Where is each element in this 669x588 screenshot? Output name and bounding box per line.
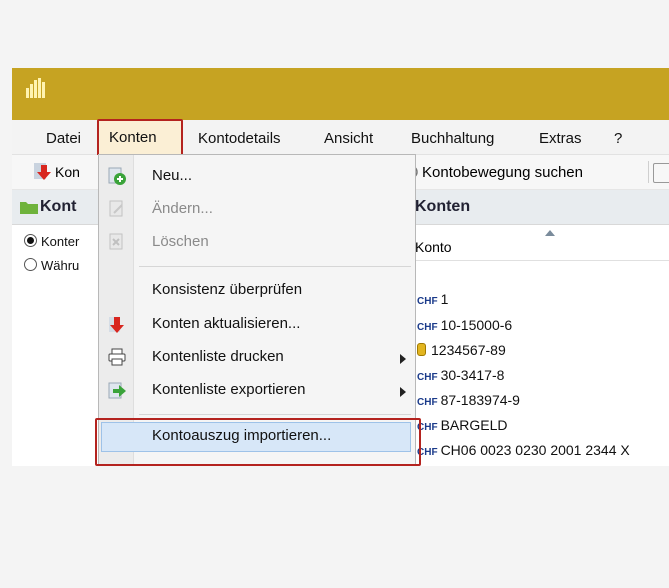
menu-item-drucken[interactable]: Kontenliste drucken [152, 348, 284, 365]
account-row[interactable]: CHF CH06 0023 0230 2001 2344 X [417, 442, 630, 458]
menu-konten[interactable]: Konten [109, 129, 157, 146]
radio-konten-label: Konter [41, 234, 80, 249]
account-name: 1234567-89 [431, 342, 506, 358]
export-icon [108, 382, 126, 399]
account-row[interactable]: 1234567-89 [417, 342, 506, 358]
account-row[interactable]: CHF 10-15000-6 [417, 317, 512, 333]
submenu-arrow-icon [400, 387, 406, 397]
account-row[interactable]: CHF 30-3417-8 [417, 367, 504, 383]
menu-item-aendern[interactable]: Ändern... [152, 200, 213, 217]
menu-buchhaltung[interactable]: Buchhaltung [411, 130, 494, 147]
radio-waehrung-label: Währu [41, 258, 80, 273]
radio-waehrung[interactable]: Währu [24, 258, 79, 273]
toolbar-next-icon[interactable] [653, 163, 669, 183]
account-name: 1 [440, 291, 449, 307]
update-arrow-icon [34, 163, 51, 180]
search-transaction-button[interactable]: Kontobewegung suchen [422, 164, 583, 181]
menu-konten-highlight[interactable]: Konten [97, 119, 183, 157]
account-name: BARGELD [440, 417, 508, 433]
printer-icon [108, 348, 126, 366]
menu-item-konsistenz[interactable]: Konsistenz überprüfen [152, 281, 302, 298]
app-logo-icon [26, 78, 46, 98]
menu-item-neu[interactable]: Neu... [152, 167, 192, 184]
currency-tag: CHF [417, 322, 438, 333]
title-bar [12, 68, 669, 120]
account-row[interactable]: CHF 87-183974-9 [417, 392, 520, 408]
menu-item-aktualisieren[interactable]: Konten aktualisieren... [152, 315, 300, 332]
accounts-list-header: Konten [405, 190, 669, 225]
account-name: CH06 0023 0230 2001 2344 X [440, 442, 630, 458]
account-name: 30-3417-8 [440, 367, 505, 383]
menu-ansicht[interactable]: Ansicht [324, 130, 373, 147]
currency-tag: CHF [417, 372, 438, 383]
app-window: Datei Kontodetails Ansicht Buchhaltung E… [12, 68, 669, 466]
account-name: 87-183974-9 [440, 392, 520, 408]
sort-ascending-icon [545, 230, 555, 236]
menu-help[interactable]: ? [614, 130, 622, 147]
menu-kontodetails[interactable]: Kontodetails [198, 130, 281, 147]
delete-icon [109, 233, 123, 250]
radio-selected-icon [24, 234, 37, 247]
column-header-label: Konto [415, 239, 452, 255]
menu-separator [139, 266, 411, 267]
menu-item-exportieren[interactable]: Kontenliste exportieren [152, 381, 305, 398]
radio-unselected-icon [24, 258, 37, 271]
account-row[interactable]: CHF BARGELD [417, 417, 507, 433]
account-name: 10-15000-6 [440, 317, 513, 333]
folder-icon [20, 202, 38, 214]
coins-icon [417, 343, 426, 356]
menu-extras[interactable]: Extras [539, 130, 582, 147]
menu-item-loeschen[interactable]: Löschen [152, 233, 209, 250]
accounts-list-title: Konten [415, 198, 471, 215]
edit-icon [109, 200, 123, 217]
currency-tag: CHF [417, 397, 438, 408]
accounts-pane-title: Kont [40, 198, 77, 215]
toolbar-konten-button[interactable]: Kon [55, 164, 80, 180]
import-highlight-box [95, 418, 421, 466]
submenu-arrow-icon [400, 354, 406, 364]
menu-separator [139, 414, 411, 415]
toolbar-divider [648, 161, 649, 183]
column-header-konto[interactable]: Konto [405, 224, 669, 261]
update-arrow-icon [109, 317, 124, 333]
add-icon [108, 167, 126, 185]
radio-konten[interactable]: Konter [24, 234, 79, 249]
account-row[interactable]: CHF 1 [417, 291, 448, 307]
currency-tag: CHF [417, 296, 438, 307]
menu-datei[interactable]: Datei [46, 130, 81, 147]
